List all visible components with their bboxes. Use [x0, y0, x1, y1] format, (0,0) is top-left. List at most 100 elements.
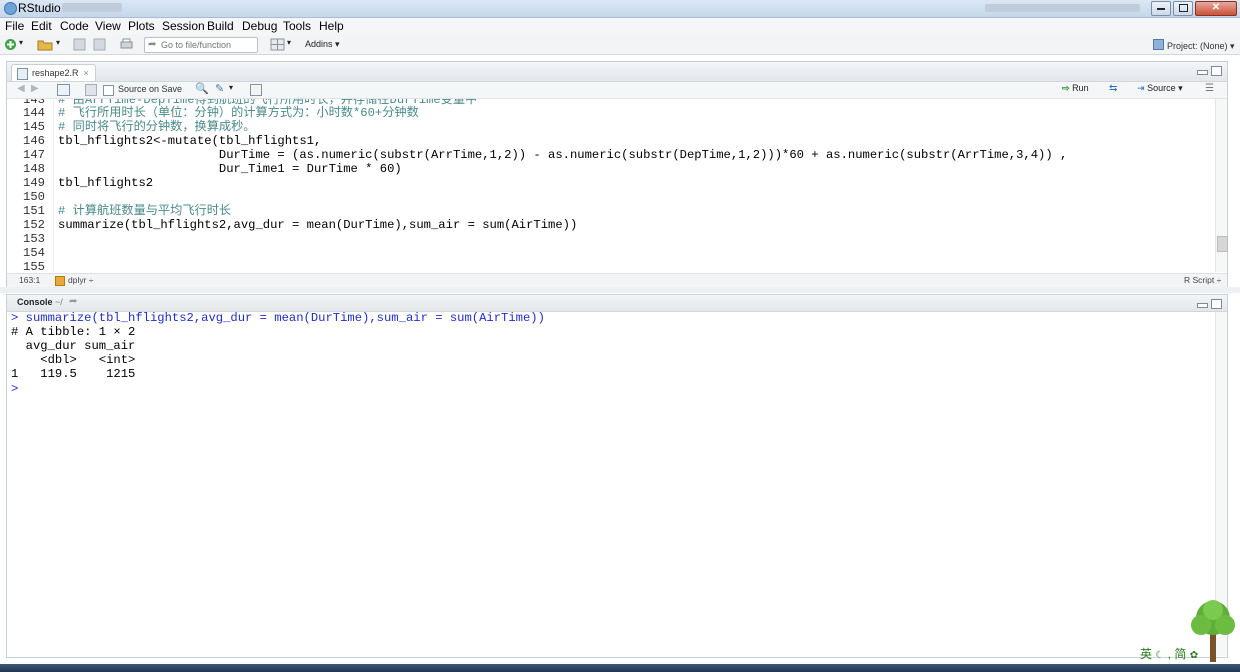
- search-icon[interactable]: 🔍: [195, 82, 209, 95]
- menu-build[interactable]: Build: [207, 19, 234, 33]
- code-text: # 同时将飞行的分钟数，换算成秒。: [58, 120, 256, 134]
- console-minimize-icon[interactable]: [1197, 303, 1208, 308]
- window-title: RStudio: [18, 1, 61, 15]
- r-file-icon: [17, 68, 28, 80]
- title-blurred-region: [62, 3, 122, 12]
- outline-icon[interactable]: ☰: [1205, 83, 1214, 94]
- taskbar: [0, 664, 1240, 672]
- rerun-icon[interactable]: ⇆: [1109, 83, 1117, 94]
- line-number: 154: [23, 246, 45, 260]
- panes-dropdown-icon[interactable]: ▾: [287, 38, 291, 47]
- source-label: Source: [1147, 83, 1176, 93]
- menu-code[interactable]: Code: [60, 19, 89, 33]
- line-number: 151: [23, 204, 45, 218]
- minimize-button[interactable]: [1151, 1, 1171, 16]
- source-pane: reshape2.R × ◀ ▶ Source on Save 🔍 ✎ ▾ ⇨ R…: [6, 61, 1228, 288]
- line-number: 149: [23, 176, 45, 190]
- menu-help[interactable]: Help: [319, 19, 344, 33]
- file-type-label: R Script: [1184, 275, 1215, 285]
- code-tools-dropdown-icon[interactable]: ▾: [229, 83, 233, 92]
- go-to-file-input[interactable]: [161, 38, 253, 51]
- show-in-window-icon[interactable]: [57, 84, 70, 96]
- code-text: # 飞行所用时长（单位：分钟）的计算方式为：小时数*60+分钟数: [58, 106, 419, 120]
- project-label: Project: (None): [1167, 41, 1228, 51]
- console-line: 1 119.5 1215: [11, 367, 136, 381]
- back-arrow-icon[interactable]: ◀: [17, 83, 25, 94]
- code-text: summarize(tbl_hflights2,avg_dur = mean(D…: [58, 218, 578, 232]
- magic-wand-icon[interactable]: ✎: [215, 82, 224, 95]
- compile-report-icon[interactable]: [250, 84, 262, 96]
- forward-arrow-icon[interactable]: ▶: [31, 83, 39, 94]
- code-text: tbl_hflights2: [58, 176, 154, 190]
- source-toolbar: ◀ ▶ Source on Save 🔍 ✎ ▾ ⇨ Run ⇆ ⇥ Sourc…: [7, 82, 1227, 99]
- console-prompt[interactable]: >: [11, 382, 18, 396]
- run-button[interactable]: ⇨ Run: [1062, 83, 1089, 94]
- console-maximize-icon[interactable]: [1211, 299, 1222, 309]
- ime-mode: 简: [1174, 647, 1187, 661]
- run-label: Run: [1072, 83, 1089, 93]
- source-scrollbar[interactable]: [1215, 99, 1228, 272]
- console-tab[interactable]: Console: [17, 297, 53, 307]
- source-arrow-icon: ⇥: [1137, 83, 1145, 93]
- open-dropdown-icon[interactable]: ▾: [56, 38, 60, 47]
- go-to-directory-icon[interactable]: ➦: [69, 296, 77, 307]
- console-header: Console ~/ ➦: [7, 295, 1227, 312]
- console-pane: Console ~/ ➦ > summarize(tbl_hflights2,a…: [6, 294, 1228, 658]
- menu-plots[interactable]: Plots: [128, 19, 155, 33]
- save-icon[interactable]: [73, 38, 86, 51]
- project-menu[interactable]: Project: (None) ▾: [1153, 39, 1235, 52]
- code-text: Dur_Time1 = DurTime * 60): [58, 162, 402, 176]
- line-number: 148: [23, 162, 45, 176]
- menu-debug[interactable]: Debug: [242, 19, 277, 33]
- console-output[interactable]: > summarize(tbl_hflights2,avg_dur = mean…: [7, 311, 1215, 656]
- menu-bar: File Edit Code View Plots Session Build …: [0, 18, 1240, 35]
- source-status-bar: 163:1 dplyr ÷ R Script ÷: [7, 273, 1227, 287]
- function-scope-icon: [55, 276, 65, 286]
- pane-splitter[interactable]: [0, 287, 1240, 293]
- maximize-button[interactable]: [1173, 1, 1193, 16]
- tab-close-icon[interactable]: ×: [84, 68, 89, 78]
- menu-edit[interactable]: Edit: [31, 19, 52, 33]
- print-icon[interactable]: [120, 38, 133, 51]
- console-line: avg_dur sum_air: [11, 339, 136, 353]
- code-text: tbl_hflights2<-mutate(tbl_hflights1,: [58, 134, 322, 148]
- line-number: 150: [23, 190, 45, 204]
- line-number: 146: [23, 134, 45, 148]
- new-file-icon[interactable]: [4, 38, 17, 51]
- source-on-save-checkbox[interactable]: [103, 85, 114, 96]
- source-maximize-icon[interactable]: [1211, 66, 1222, 76]
- maximize-icon: [1178, 4, 1188, 12]
- addins-menu[interactable]: Addins ▾: [305, 39, 340, 50]
- tab-reshape2[interactable]: reshape2.R ×: [11, 64, 96, 81]
- save-all-icon[interactable]: [93, 38, 106, 51]
- console-line: > summarize(tbl_hflights2,avg_dur = mean…: [11, 311, 545, 325]
- scope-menu[interactable]: dplyr ÷: [68, 275, 93, 285]
- close-window-button[interactable]: ✕: [1195, 1, 1237, 16]
- console-line: <dbl> <int>: [11, 353, 136, 367]
- code-editor[interactable]: 143 # 由ArrTime-DepTime得到航班的飞行所用时长，并存储在Dur…: [7, 99, 1215, 272]
- gutter-divider: [53, 99, 54, 272]
- go-to-file-function-box[interactable]: ➦: [144, 37, 258, 53]
- menu-file[interactable]: File: [5, 19, 24, 33]
- source-scroll-thumb[interactable]: [1217, 236, 1228, 252]
- console-line: # A tibble: 1 × 2: [11, 325, 136, 339]
- line-number: 155: [23, 260, 45, 272]
- main-toolbar: ▾ ▾ ➦ ▾ Addins ▾ Project: (None) ▾: [0, 35, 1240, 55]
- menu-view[interactable]: View: [95, 19, 121, 33]
- menu-session[interactable]: Session: [162, 19, 205, 33]
- separator-dot: ,: [1167, 647, 1172, 661]
- save-source-icon[interactable]: [85, 84, 97, 96]
- console-working-dir: ~/: [55, 297, 63, 307]
- file-type-menu[interactable]: R Script ÷: [1184, 275, 1221, 285]
- code-text: DurTime = (as.numeric(substr(ArrTime,1,2…: [58, 148, 1068, 162]
- run-arrow-icon: ⇨: [1062, 83, 1070, 93]
- title-bar: RStudio ✕: [0, 0, 1240, 18]
- titlebar-blurred-region: [985, 4, 1140, 12]
- workspace-panes-icon[interactable]: [270, 38, 285, 51]
- menu-tools[interactable]: Tools: [283, 19, 311, 33]
- line-number: 147: [23, 148, 45, 162]
- open-folder-icon[interactable]: [37, 38, 53, 51]
- new-file-dropdown-icon[interactable]: ▾: [19, 38, 23, 47]
- source-button[interactable]: ⇥ Source ▾: [1137, 83, 1183, 94]
- source-minimize-icon[interactable]: [1197, 70, 1208, 75]
